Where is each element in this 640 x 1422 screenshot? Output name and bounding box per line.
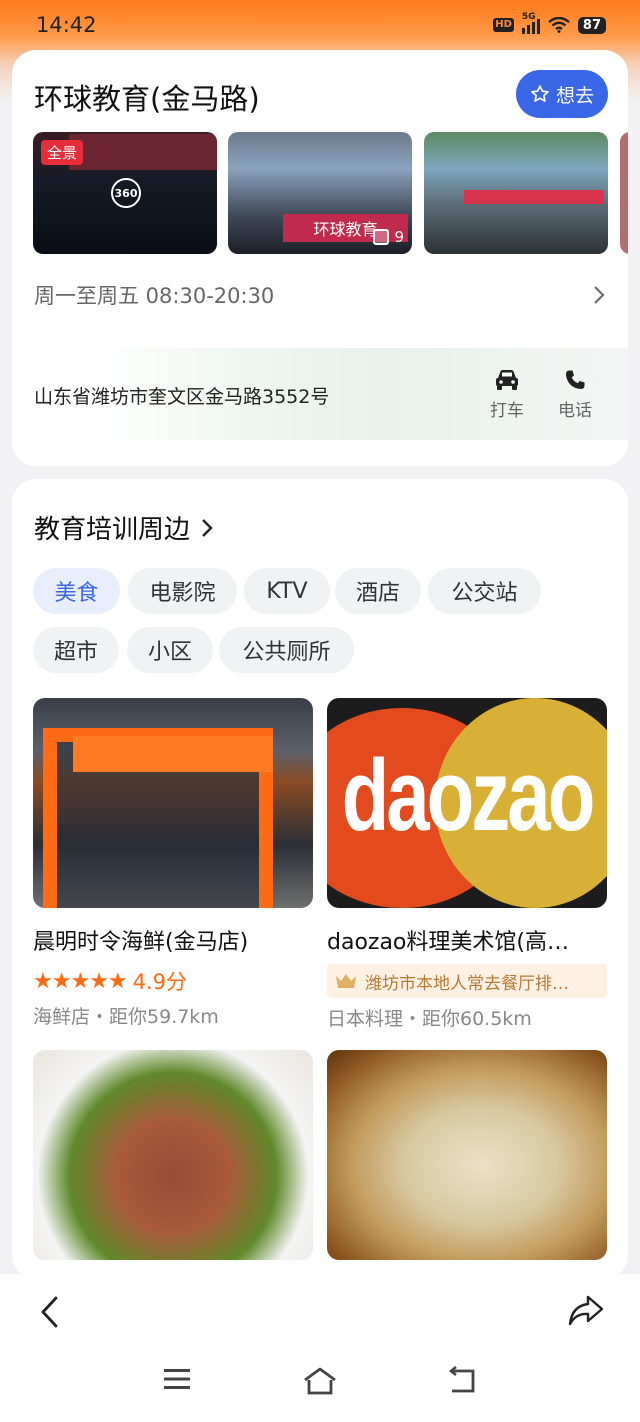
ranking-badge[interactable]: 潍坊市本地人常去餐厅排… <box>327 964 607 998</box>
star-outline-icon <box>531 85 549 102</box>
photo-sign <box>69 134 217 170</box>
car-icon <box>496 370 518 390</box>
bottom-bar <box>0 1274 640 1422</box>
status-icons: HD 5G 87 <box>493 12 606 34</box>
poi-rating-row: ★★★★★ 4.9分 <box>33 966 313 996</box>
business-hours-row[interactable]: 周一至周五 08:30-20:30 <box>34 280 606 310</box>
poi-photo <box>33 698 313 908</box>
chevron-right-icon <box>202 518 213 537</box>
home-icon[interactable] <box>302 1366 338 1396</box>
storefront-roof <box>73 736 273 772</box>
nearby-card: 教育培训周边 美食 电影院 KTV 酒店 公交站 超市 小区 公共厕所 晨明时令… <box>12 479 628 1279</box>
wifi-icon <box>548 17 570 33</box>
poi-name: daozao料理美术馆(高… <box>327 930 569 955</box>
hd-icon: HD <box>493 18 514 32</box>
nearby-title-link[interactable]: 教育培训周边 <box>34 509 214 546</box>
phone-button[interactable]: 电话 <box>558 368 592 421</box>
poi-meta: 海鲜店・距你59.7km <box>33 1006 219 1028</box>
nearby-title: 教育培训周边 <box>34 515 191 545</box>
return-icon[interactable] <box>446 1366 478 1396</box>
poi-photo[interactable] <box>33 1050 313 1260</box>
want-to-go-button[interactable]: 想去 <box>516 70 608 118</box>
poi-meta: 日本料理・距你60.5km <box>327 1008 532 1030</box>
building-sign <box>464 190 604 204</box>
chip-public-toilet[interactable]: 公共厕所 <box>219 627 354 673</box>
poi-card[interactable]: 晨明时令海鲜(金马店) ★★★★★ 4.9分 海鲜店・距你59.7km <box>33 698 313 1029</box>
phone-icon <box>566 370 585 389</box>
chevron-right-icon <box>594 286 605 304</box>
chip-cinema[interactable]: 电影院 <box>128 568 237 614</box>
phone-label: 电话 <box>558 401 592 421</box>
photo-gallery[interactable]: 全景 360 环球教育 9 <box>33 132 628 256</box>
place-card: 环球教育(金马路) 想去 全景 360 环球教育 9 周一至周五 08:30-2… <box>12 50 628 466</box>
cellular-signal-icon: 5G <box>521 12 540 34</box>
crown-icon <box>336 974 356 988</box>
panorama-badge: 全景 <box>41 140 84 165</box>
poi-photo: daozao <box>327 698 607 908</box>
photo-count: 9 <box>373 228 404 246</box>
panorama-photo[interactable]: 全景 360 <box>33 132 217 254</box>
panorama-360-icon: 360 <box>111 178 141 208</box>
menu-icon[interactable] <box>162 1366 192 1392</box>
want-to-go-label: 想去 <box>555 84 594 107</box>
more-photo[interactable] <box>620 132 628 254</box>
chip-bus-stop[interactable]: 公交站 <box>428 568 541 614</box>
poi-card[interactable]: daozao daozao料理美术馆(高… 潍坊市本地人常去餐厅排… 日本料理・… <box>327 698 607 1031</box>
address-row[interactable]: 山东省潍坊市奎文区金马路3552号 打车 电话 <box>12 348 628 440</box>
chip-ktv[interactable]: KTV <box>244 568 330 614</box>
share-icon[interactable] <box>566 1294 606 1328</box>
chip-hotel[interactable]: 酒店 <box>335 568 421 614</box>
status-time: 14:42 <box>36 13 97 37</box>
poi-name: 晨明时令海鲜(金马店) <box>33 930 249 955</box>
image-icon <box>373 229 390 245</box>
ranking-text: 潍坊市本地人常去餐厅排… <box>365 973 569 994</box>
taxi-label: 打车 <box>490 401 524 421</box>
building-photo[interactable] <box>424 132 608 254</box>
address-text: 山东省潍坊市奎文区金马路3552号 <box>34 386 330 408</box>
place-title: 环球教育(金马路) <box>34 82 260 116</box>
chip-community[interactable]: 小区 <box>127 627 213 673</box>
storefront-photo[interactable]: 环球教育 9 <box>228 132 412 254</box>
poi-logo-text: daozao <box>341 737 596 853</box>
battery-icon: 87 <box>577 16 606 34</box>
taxi-button[interactable]: 打车 <box>490 368 524 421</box>
business-hours: 周一至周五 08:30-20:30 <box>34 284 275 308</box>
poi-rating: 4.9分 <box>132 970 188 994</box>
chip-supermarket[interactable]: 超市 <box>33 627 119 673</box>
poi-photo[interactable] <box>327 1050 607 1260</box>
rating-stars-icon: ★★★★★ <box>33 968 128 994</box>
chip-food[interactable]: 美食 <box>33 568 120 614</box>
back-arrow-icon[interactable] <box>34 1292 64 1332</box>
status-bar: 14:42 HD 5G 87 <box>0 0 640 50</box>
